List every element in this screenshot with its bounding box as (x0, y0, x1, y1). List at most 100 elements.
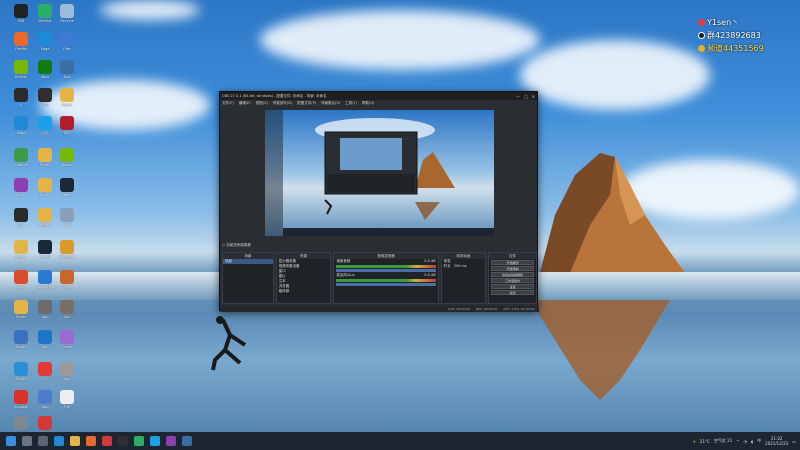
task-view-icon[interactable] (38, 436, 48, 446)
minimize-icon[interactable]: — (516, 94, 520, 99)
duration-input[interactable]: 300 ms (454, 264, 467, 269)
chevron-up-icon[interactable]: ^ (736, 439, 739, 444)
desktop-icon-label: App (17, 285, 25, 289)
transitions-dock: 转场动画 渐变 时长 300 ms (440, 252, 487, 304)
menu-item[interactable]: 编辑(E) (239, 101, 251, 106)
cloud (100, 0, 200, 20)
edge-icon[interactable] (54, 436, 64, 446)
obs-preview[interactable] (265, 110, 494, 236)
temperature[interactable]: 21°C (700, 439, 710, 444)
app-icon (14, 148, 28, 162)
app-icon[interactable] (182, 436, 192, 446)
app-icon[interactable] (102, 436, 112, 446)
menu-item[interactable]: 视图(V) (256, 101, 268, 106)
desktop-icon-label: Folder (61, 345, 73, 349)
desktop-icon-label: Folder (61, 103, 73, 107)
desktop-icon-label: Folder (39, 223, 51, 227)
menu-item[interactable]: 文件(F) (222, 101, 234, 106)
app-icon (38, 208, 52, 222)
app-icon[interactable] (166, 436, 176, 446)
clock[interactable]: 21:22 2021/12/23 (765, 436, 788, 446)
app-icon (14, 300, 28, 314)
desktop-icon-label: Edge (16, 131, 26, 135)
app-icon (60, 270, 74, 284)
clock-date: 2021/12/23 (765, 441, 789, 446)
app-icon (60, 88, 74, 102)
mixer-channel: 麦克风/Aux 0.0 dB (334, 273, 437, 278)
app-icon (14, 390, 28, 404)
desktop-icon[interactable]: App (52, 300, 82, 328)
desktop-icon[interactable]: File (52, 390, 82, 418)
weather-text[interactable]: 空气优 21 (714, 438, 732, 444)
network-icon[interactable]: ◔ (744, 439, 748, 444)
desktop-icon-label: OBS (41, 103, 49, 107)
desktop-icon[interactable]: MSI (52, 116, 82, 144)
desktop-icon-label: NVIDIA (14, 75, 28, 79)
weibo-icon (698, 19, 705, 26)
notification-icon[interactable]: ▭ (792, 439, 796, 444)
volume-icon[interactable]: ◖ (751, 439, 753, 444)
menu-item[interactable]: 工具(T) (345, 101, 357, 106)
control-button[interactable]: 启动虚拟摄像机 (491, 272, 534, 277)
cloud (520, 40, 710, 110)
mixer-channel-db: 0.0 dB (424, 259, 436, 263)
control-button[interactable]: 工作室模式 (491, 278, 534, 283)
desktop-icon[interactable]: Files (52, 32, 82, 60)
desktop-icon-label: Steam (39, 255, 51, 259)
search-icon[interactable] (22, 436, 32, 446)
app-icon (60, 32, 74, 46)
weather-icon[interactable]: ☀ (692, 439, 696, 444)
app-icon (60, 300, 74, 314)
app-icon (60, 390, 74, 404)
start-windows-icon[interactable] (6, 436, 16, 446)
scene-item[interactable]: 场景 (223, 259, 273, 264)
obs-titlebar[interactable]: OBS 27.0.1 (64-bit, windows) - 配置文件: 未命名… (220, 92, 537, 100)
app-icon (14, 116, 28, 130)
desktop-icon[interactable]: Steam (52, 178, 82, 206)
desktop-icon-label: MW (17, 19, 25, 23)
app-icon (60, 4, 74, 18)
menu-item[interactable]: 帮助(H) (362, 101, 374, 106)
desktop-icon[interactable]: Tool (52, 60, 82, 88)
app-icon (60, 60, 74, 74)
control-button[interactable]: 退出 (491, 290, 534, 295)
desktop-icon[interactable]: App (52, 362, 82, 390)
preview-desktop-capture (265, 110, 494, 236)
volume-slider[interactable] (336, 283, 436, 286)
desktop-icon-label: Firefox (15, 47, 27, 51)
control-button[interactable]: 开始推流 (491, 260, 534, 265)
file-explorer-icon[interactable] (70, 436, 80, 446)
obs-window[interactable]: OBS 27.0.1 (64-bit, windows) - 配置文件: 未命名… (219, 91, 539, 312)
volume-slider[interactable] (336, 269, 436, 272)
desktop-icon[interactable]: App (52, 208, 82, 236)
source-item[interactable]: 媒体源 (277, 289, 331, 294)
rock-formation (540, 153, 685, 273)
obs-title: OBS 27.0.1 (64-bit, windows) - 配置文件: 未命名… (222, 93, 327, 98)
desktop-icon[interactable]: Nvidia (52, 148, 82, 176)
control-button[interactable]: 设置 (491, 284, 534, 289)
desktop-icon[interactable]: Folder (52, 330, 82, 358)
volume-meter (336, 279, 436, 282)
qq-taskbar-icon[interactable] (150, 436, 160, 446)
control-button[interactable]: 开始录制 (491, 266, 534, 271)
menu-item[interactable]: 配置文件(P) (297, 101, 316, 106)
mixer-channel-name: 桌面音频 (336, 259, 351, 263)
desktop-icon-label: Folder (15, 255, 27, 259)
app-icon (14, 60, 28, 74)
status-readout: REC: 00:00:00 (475, 307, 498, 311)
system-tray: ☀ 21°C 空气优 21 ^ ◔ ◖ 中 21:22 2021/12/23 ▭ (692, 432, 796, 450)
desktop-icon[interactable]: Folder (52, 88, 82, 116)
obs-docks: 场景 场景 来源 显示器采集 视频采集设备 窗口 图片 文本 浏览器 媒体源 音频混音器 桌… (222, 252, 537, 304)
maximize-icon[interactable]: □ (524, 94, 528, 99)
menu-item[interactable]: 停靠部件(D) (273, 101, 292, 106)
desktop-icon[interactable]: Game (52, 270, 82, 298)
obs-taskbar-icon[interactable] (118, 436, 128, 446)
close-icon[interactable]: ✕ (532, 94, 535, 99)
menu-item[interactable]: 场景集合(S) (321, 101, 340, 106)
desktop-icon[interactable]: Recycle (52, 4, 82, 32)
desktop-icon[interactable]: WeGame (52, 240, 82, 268)
wechat-icon[interactable] (134, 436, 144, 446)
input-language[interactable]: 中 (757, 438, 761, 444)
firefox-icon[interactable] (86, 436, 96, 446)
channel-icon (698, 45, 705, 52)
